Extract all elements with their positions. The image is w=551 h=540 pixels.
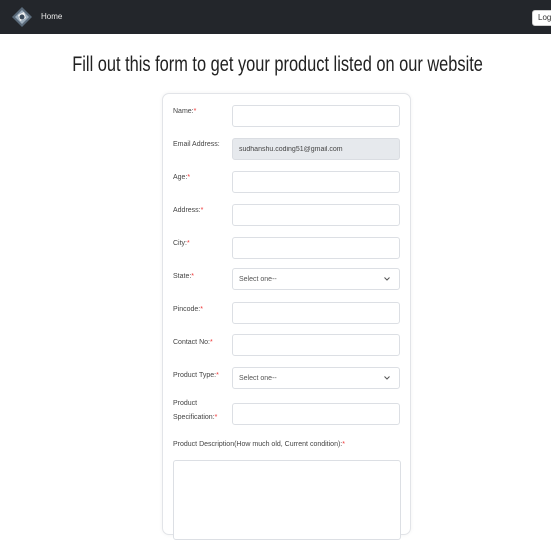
- city-input[interactable]: [232, 237, 400, 259]
- pincode-input[interactable]: [232, 302, 400, 324]
- product-type-label: Product Type:*: [173, 372, 219, 379]
- chevron-down-icon: [384, 376, 390, 380]
- age-label: Age:*: [173, 174, 191, 181]
- email-label: Email Address:: [173, 141, 220, 148]
- pincode-label: Pincode:*: [173, 306, 203, 313]
- state-select[interactable]: Select one--: [232, 268, 400, 290]
- name-input[interactable]: [232, 105, 400, 127]
- product-description-label: Product Description(How much old, Curren…: [173, 441, 345, 448]
- state-label: State:*: [173, 273, 195, 280]
- address-label: Address:*: [173, 207, 204, 214]
- email-input: [232, 138, 400, 160]
- contact-label: Contact No:*: [173, 339, 213, 346]
- city-label: City:*: [173, 240, 190, 247]
- product-specification-label: Product Specification:*: [173, 400, 218, 421]
- product-description-textarea[interactable]: [173, 460, 401, 540]
- product-type-select-value: Select one--: [239, 375, 277, 382]
- brand-logo-icon[interactable]: [12, 7, 32, 27]
- address-input[interactable]: [232, 204, 400, 226]
- page-title: Fill out this form to get your product l…: [72, 53, 483, 76]
- nav-home-link[interactable]: Home: [41, 11, 62, 23]
- contact-input[interactable]: [232, 334, 400, 356]
- age-input[interactable]: [232, 171, 400, 193]
- name-label: Name:*: [173, 108, 197, 115]
- product-listing-form: Name:* Email Address: Age:* Address:* Ci…: [162, 93, 411, 540]
- product-specification-input[interactable]: [232, 403, 400, 425]
- state-select-value: Select one--: [239, 276, 277, 283]
- logout-button[interactable]: LogOut: [532, 10, 551, 26]
- product-type-select[interactable]: Select one--: [232, 367, 400, 389]
- chevron-down-icon: [384, 277, 390, 281]
- top-navbar: Home LogOut: [0, 0, 551, 34]
